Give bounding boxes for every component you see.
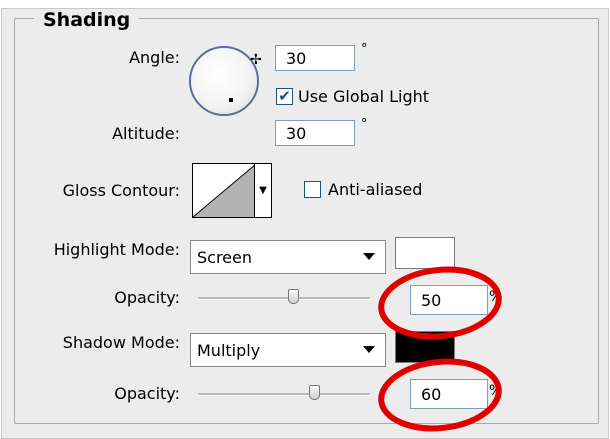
checkmark-icon: ✔ [278,87,291,105]
group-title: Shading [34,9,140,31]
highlight-mode-label: Highlight Mode: [53,240,180,259]
anti-aliased-label: Anti-aliased [328,180,423,199]
altitude-unit: ° [361,117,368,132]
altitude-input[interactable]: 30 [275,120,355,146]
contour-dropdown-button[interactable]: ▼ [254,164,271,217]
gloss-contour-label: Gloss Contour: [62,181,180,200]
shadow-color-swatch[interactable] [395,331,455,363]
highlight-opacity-label: Opacity: [114,288,180,307]
highlight-color-swatch[interactable] [395,237,455,269]
shadow-mode-value: Multiply [197,340,261,360]
use-global-light-checkbox[interactable]: ✔ [276,88,293,105]
highlight-opacity-unit: % [489,289,503,305]
altitude-label: Altitude: [112,124,180,143]
crosshair-icon: ✢ [250,52,262,68]
angle-unit: ° [361,42,368,57]
chevron-down-icon: ▼ [259,185,267,196]
dial-indicator [229,98,233,102]
angle-dial[interactable] [189,46,259,116]
chevron-down-icon [363,253,375,260]
angle-input[interactable]: 30 [275,45,355,71]
highlight-mode-select[interactable]: Screen [190,240,386,274]
highlight-mode-value: Screen [197,247,253,267]
shadow-mode-select[interactable]: Multiply [190,333,386,367]
shadow-opacity-label: Opacity: [114,384,180,403]
contour-preview-icon [193,164,256,217]
gloss-contour-picker[interactable]: ▼ [192,163,272,218]
shadow-opacity-input[interactable]: 60 [410,379,488,409]
highlight-opacity-input[interactable]: 50 [410,285,488,315]
highlight-opacity-thumb[interactable] [288,289,299,304]
anti-aliased-checkbox[interactable] [304,181,321,198]
use-global-light-label: Use Global Light [298,87,430,106]
angle-label: Angle: [129,48,180,67]
shadow-opacity-unit: % [489,383,503,399]
shadow-opacity-slider[interactable] [198,393,370,396]
shadow-mode-label: Shadow Mode: [62,333,180,352]
highlight-opacity-slider[interactable] [198,297,370,300]
chevron-down-icon [363,346,375,353]
shadow-opacity-thumb[interactable] [309,385,320,400]
